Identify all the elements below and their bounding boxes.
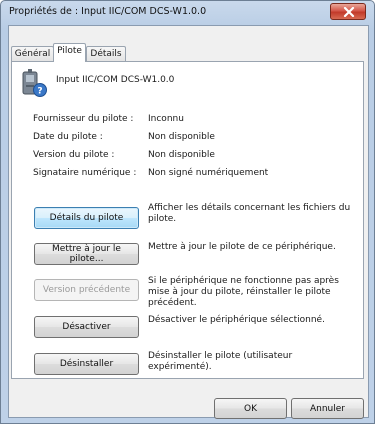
tab-general-label: Général [14, 49, 51, 59]
close-button[interactable] [330, 3, 366, 20]
tab-details-label: Détails [90, 49, 122, 59]
window-title: Propriétés de : Input IIC/COM DCS-W1.0.0 [9, 6, 207, 17]
provider-value: Inconnu [148, 114, 184, 124]
driver-details-description: Afficher les détails concernant les fich… [148, 203, 351, 224]
title-bar[interactable]: Propriétés de : Input IIC/COM DCS-W1.0.0 [1, 1, 374, 25]
ok-button[interactable]: OK [214, 398, 287, 419]
properties-dialog: Propriétés de : Input IIC/COM DCS-W1.0.0… [0, 0, 375, 424]
roll-back-driver-button[interactable]: Version précédente [34, 279, 139, 301]
svg-text:?: ? [37, 87, 42, 97]
disable-button[interactable]: Désactiver [34, 316, 139, 338]
tab-pilote-label: Pilote [57, 46, 82, 56]
tab-pilote[interactable]: Pilote [53, 43, 86, 62]
tab-details[interactable]: Détails [86, 46, 126, 61]
roll-back-driver-description: Si le périphérique ne fonctionne pas apr… [148, 276, 339, 308]
version-label: Version du pilote : [33, 150, 115, 160]
update-driver-button[interactable]: Mettre à jour le pilote... [34, 243, 139, 265]
device-name: Input IIC/COM DCS-W1.0.0 [56, 75, 175, 85]
dialog-client-area: Général Pilote Détails ? Input IIC/COM D… [8, 25, 369, 419]
driver-tab-panel: ? Input IIC/COM DCS-W1.0.0 Fournisseur d… [11, 61, 364, 379]
date-value: Non disponible [148, 132, 215, 142]
close-icon [343, 7, 355, 17]
driver-details-button[interactable]: Détails du pilote [34, 207, 139, 229]
update-driver-description: Mettre à jour le pilote de ce périphériq… [148, 242, 336, 252]
signer-value: Non signé numériquement [148, 168, 269, 178]
cancel-button[interactable]: Annuler [291, 398, 364, 419]
version-value: Non disponible [148, 150, 215, 160]
disable-description: Désactiver le périphérique sélectionné. [148, 315, 325, 325]
signer-label: Signataire numérique : [33, 168, 137, 178]
uninstall-button[interactable]: Désinstaller [34, 353, 139, 375]
input-device-icon: ? [22, 69, 47, 97]
date-label: Date du pilote : [33, 132, 103, 142]
uninstall-description: Désinstaller le pilote (utilisateur expé… [148, 351, 293, 372]
provider-label: Fournisseur du pilote : [33, 114, 134, 124]
tab-general[interactable]: Général [11, 46, 54, 61]
